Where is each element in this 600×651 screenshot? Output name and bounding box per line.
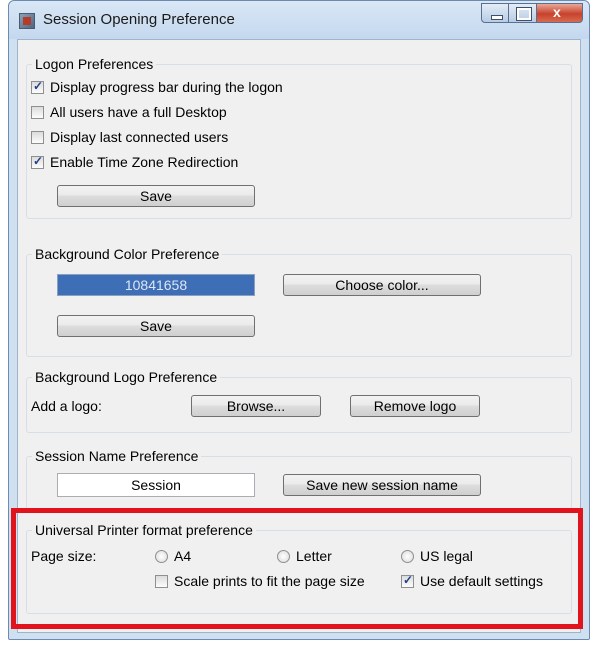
printer-format-legend: Universal Printer format preference: [32, 522, 256, 538]
time-zone-redirection-checkbox[interactable]: [31, 154, 44, 169]
last-connected-users-label: Display last connected users: [50, 129, 229, 145]
page-size-option-letter[interactable]: Letter: [277, 548, 332, 564]
logon-preferences-legend: Logon Preferences: [32, 56, 157, 72]
time-zone-redirection-label: Enable Time Zone Redirection: [50, 154, 239, 170]
remove-logo-button[interactable]: Remove logo: [350, 395, 480, 417]
close-icon: x: [553, 4, 561, 20]
caption-buttons: x: [481, 3, 583, 23]
logon-save-button[interactable]: Save: [57, 185, 255, 207]
use-default-settings-option[interactable]: Use default settings: [401, 573, 543, 589]
background-color-group: Background Color Preference 10841658 Cho…: [26, 246, 572, 357]
session-opening-preference-window: Session Opening Preference x Logon Prefe…: [8, 0, 590, 640]
session-name-input[interactable]: Session: [57, 473, 255, 497]
page-size-option-a4[interactable]: A4: [155, 548, 191, 564]
session-name-group: Session Name Preference Session Save new…: [26, 448, 572, 510]
printer-format-group: Universal Printer format preference Page…: [26, 522, 572, 614]
color-value-display: 10841658: [57, 274, 255, 296]
session-name-legend: Session Name Preference: [32, 448, 202, 464]
close-button[interactable]: x: [537, 3, 583, 23]
window-title: Session Opening Preference: [43, 11, 235, 28]
maximize-icon: [516, 7, 532, 21]
a4-radio[interactable]: [155, 549, 168, 563]
logon-option-full-desktop[interactable]: All users have a full Desktop: [31, 104, 227, 120]
us-legal-radio[interactable]: [401, 549, 414, 563]
scale-prints-checkbox[interactable]: [155, 574, 168, 588]
background-color-legend: Background Color Preference: [32, 246, 223, 262]
maximize-button[interactable]: [509, 3, 537, 23]
logon-option-progress-bar[interactable]: Display progress bar during the logon: [31, 79, 283, 95]
logon-preferences-group: Logon Preferences Display progress bar d…: [26, 56, 572, 219]
browse-button[interactable]: Browse...: [191, 395, 321, 417]
a4-label: A4: [174, 548, 192, 564]
logon-option-last-connected-users[interactable]: Display last connected users: [31, 129, 228, 145]
us-legal-label: US legal: [420, 548, 473, 564]
choose-color-button[interactable]: Choose color...: [283, 274, 481, 296]
save-session-name-button[interactable]: Save new session name: [283, 474, 481, 496]
progress-bar-checkbox[interactable]: [31, 79, 44, 94]
page-size-option-us-legal[interactable]: US legal: [401, 548, 473, 564]
letter-label: Letter: [296, 548, 332, 564]
use-default-settings-checkbox[interactable]: [401, 573, 414, 588]
add-logo-label: Add a logo:: [31, 398, 102, 414]
logon-option-time-zone-redirection[interactable]: Enable Time Zone Redirection: [31, 154, 238, 170]
full-desktop-checkbox[interactable]: [31, 105, 44, 119]
letter-radio[interactable]: [277, 549, 290, 563]
progress-bar-label: Display progress bar during the logon: [50, 79, 283, 95]
page-size-label: Page size:: [31, 548, 97, 564]
background-logo-legend: Background Logo Preference: [32, 369, 221, 385]
background-logo-group: Background Logo Preference Add a logo: B…: [26, 369, 572, 433]
use-default-settings-label: Use default settings: [420, 573, 543, 589]
scale-prints-label: Scale prints to fit the page size: [174, 573, 365, 589]
title-bar[interactable]: Session Opening Preference x: [9, 1, 589, 39]
minimize-icon: [491, 15, 503, 20]
scale-prints-option[interactable]: Scale prints to fit the page size: [155, 573, 365, 589]
client-area: Logon Preferences Display progress bar d…: [17, 39, 581, 633]
minimize-button[interactable]: [481, 3, 509, 23]
full-desktop-label: All users have a full Desktop: [50, 104, 227, 120]
app-icon: [19, 13, 35, 29]
background-color-save-button[interactable]: Save: [57, 315, 255, 337]
last-connected-users-checkbox[interactable]: [31, 130, 44, 144]
